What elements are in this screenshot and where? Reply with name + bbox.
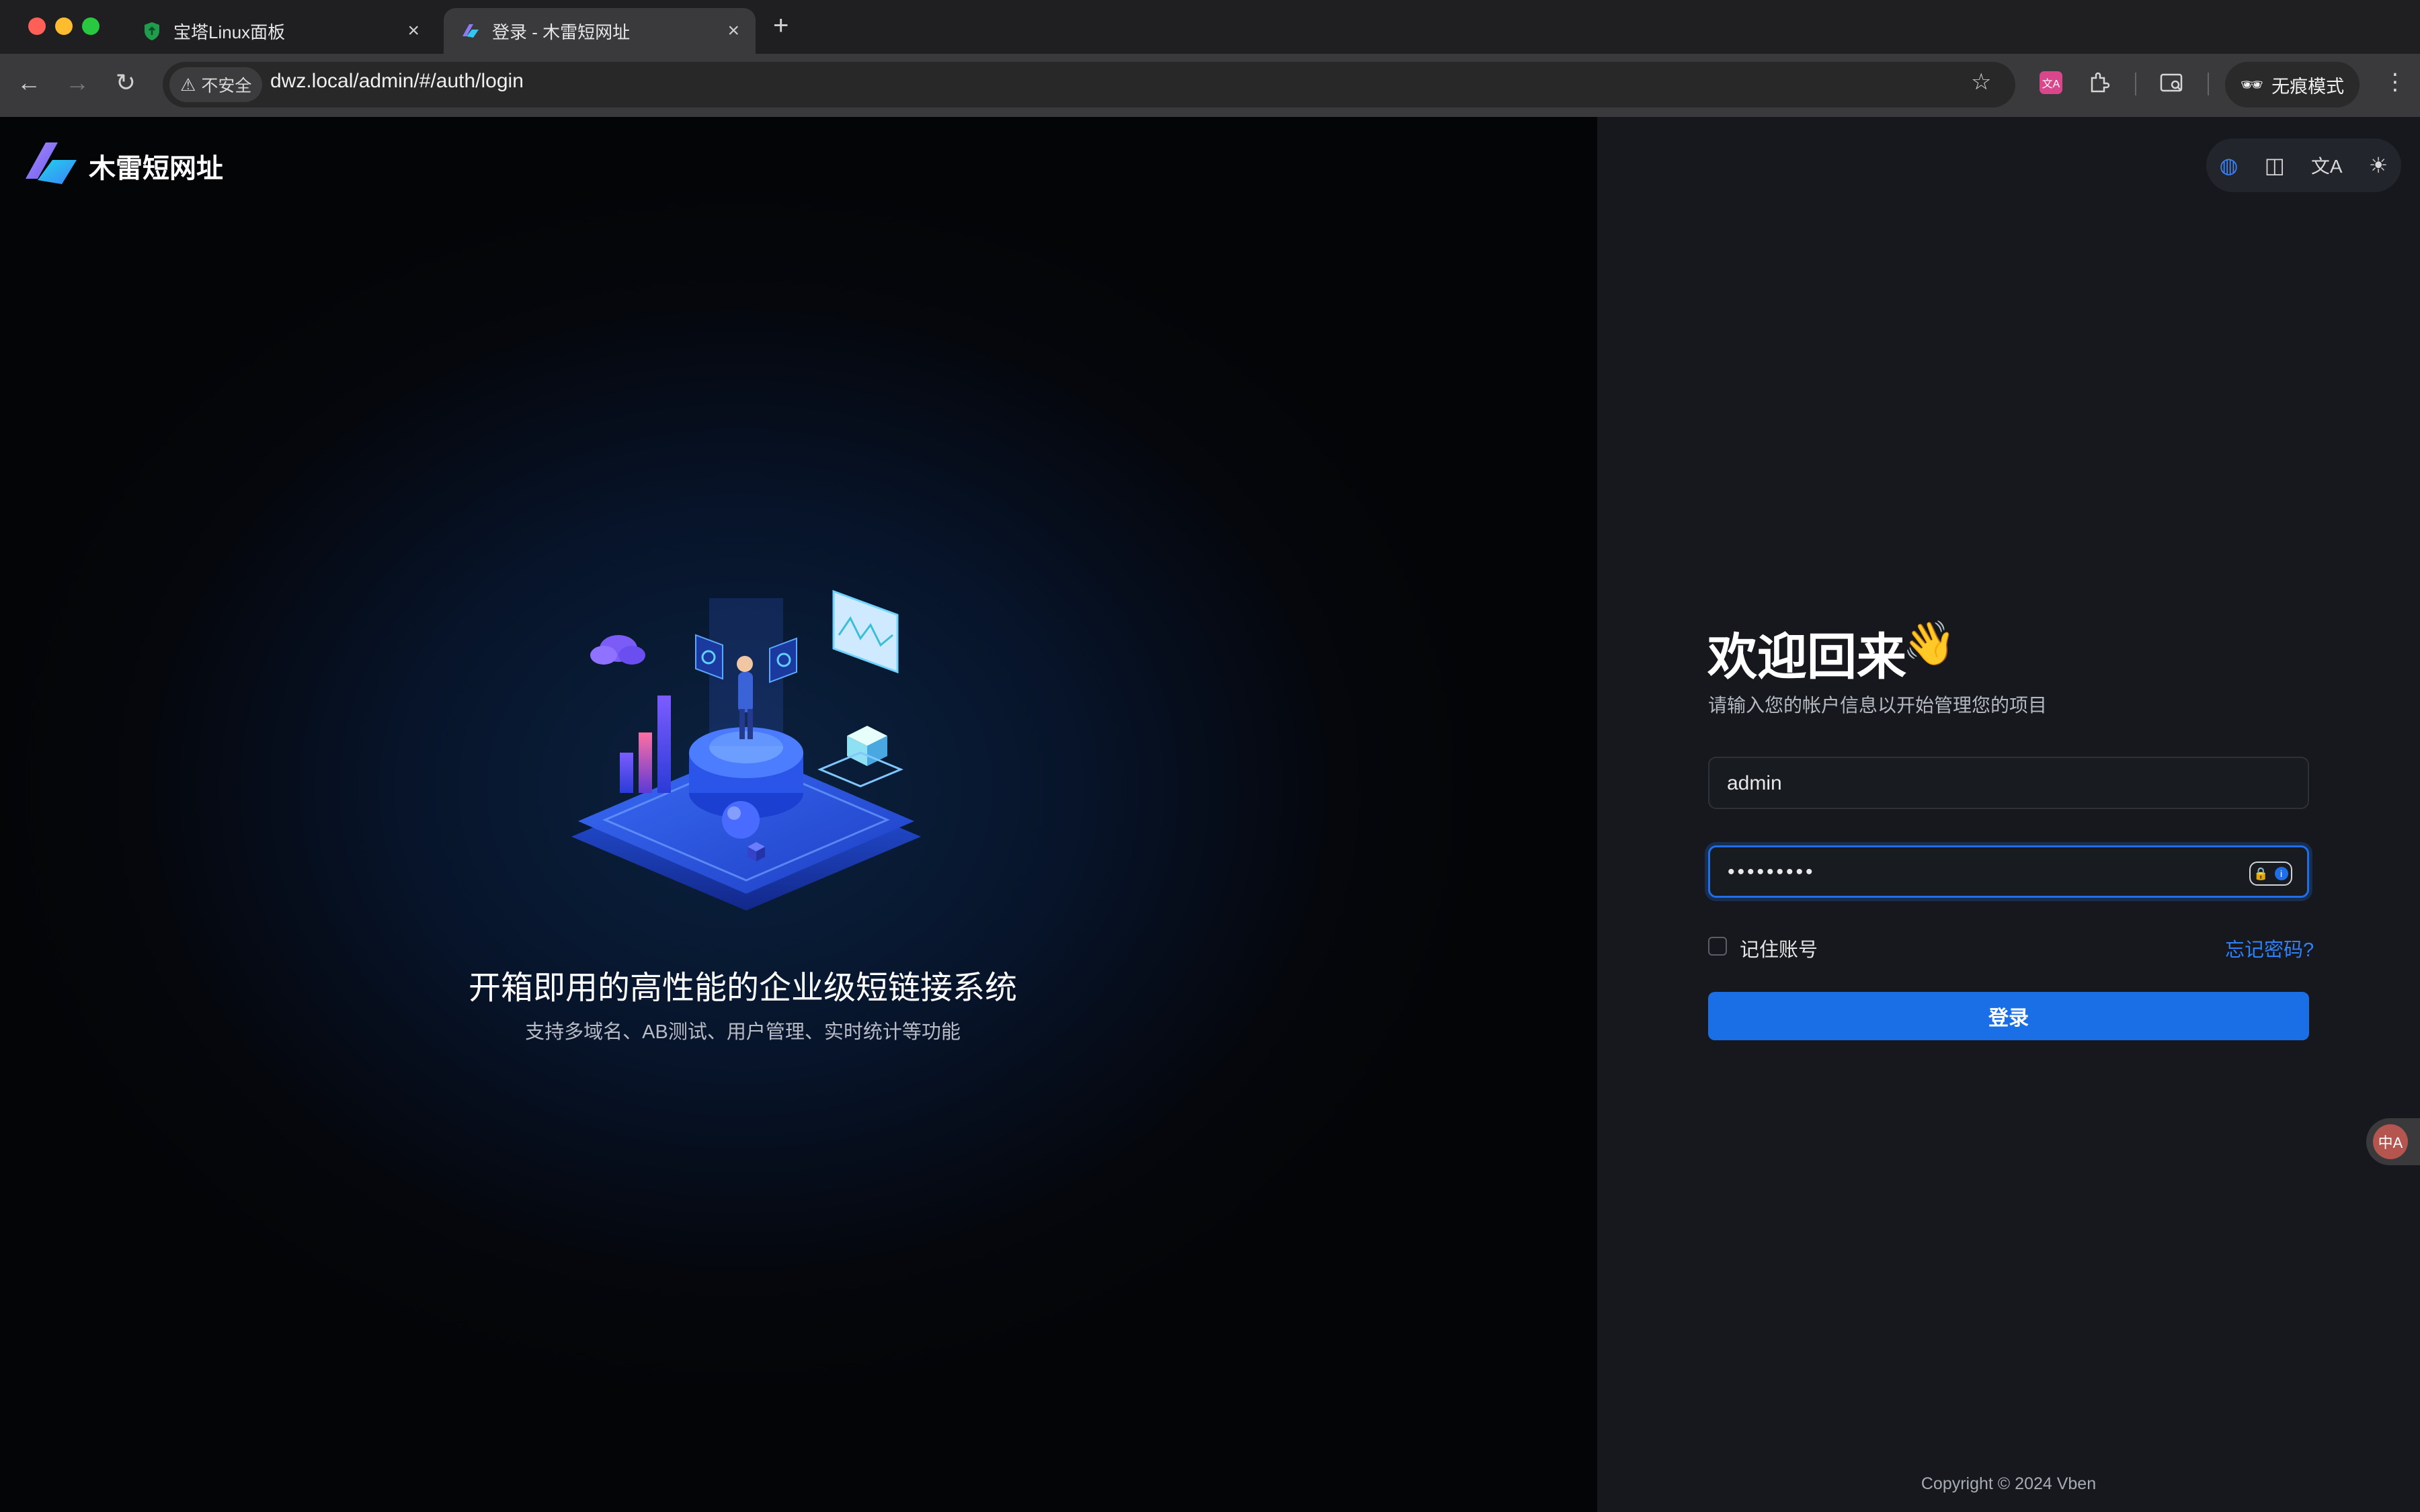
warning-icon: ⚠ bbox=[180, 74, 196, 95]
info-icon: i bbox=[2274, 867, 2288, 880]
translate-ext-icon[interactable]: 文A bbox=[2040, 71, 2062, 94]
login-button[interactable]: 登录 bbox=[1708, 992, 2309, 1040]
hero-illustration bbox=[571, 589, 921, 911]
window-close-button[interactable] bbox=[28, 17, 46, 35]
login-title: 欢迎回来 bbox=[1707, 629, 1906, 685]
incognito-icon: 🕶 bbox=[2240, 75, 2264, 95]
forgot-password-link[interactable]: 忘记密码? bbox=[2225, 934, 2314, 962]
url-text[interactable]: dwz.local/admin/#/auth/login bbox=[270, 70, 524, 93]
extensions-icon[interactable] bbox=[2087, 71, 2111, 95]
remember-label[interactable]: 记住账号 bbox=[1740, 934, 1818, 962]
password-input[interactable] bbox=[1726, 847, 2240, 897]
security-chip[interactable]: ⚠ 不安全 bbox=[169, 67, 263, 102]
password-field[interactable] bbox=[1708, 845, 2309, 898]
reload-icon[interactable]: ↻ bbox=[109, 69, 143, 97]
new-tab-button[interactable]: + bbox=[773, 11, 789, 41]
username-field[interactable] bbox=[1708, 757, 2309, 809]
incognito-chip[interactable]: 🕶 无痕模式 bbox=[2225, 62, 2360, 108]
copyright-text: Copyright © 2024 Vben bbox=[1921, 1474, 2097, 1493]
tab-search-icon[interactable] bbox=[2159, 71, 2186, 95]
shield-icon bbox=[145, 22, 159, 40]
layout-icon[interactable]: ◫ bbox=[2265, 153, 2285, 178]
page-toolbar: ◍ ◫ 文A ☀ bbox=[2206, 138, 2401, 192]
lock-icon: 🔒 bbox=[2253, 866, 2269, 880]
toolbar-divider bbox=[2135, 73, 2136, 95]
hero-subtitle: 支持多域名、AB测试、用户管理、实时统计等功能 bbox=[525, 1021, 961, 1043]
app-logo-icon bbox=[462, 24, 479, 38]
language-icon[interactable]: 文A bbox=[2311, 152, 2343, 179]
window-minimize-button[interactable] bbox=[55, 17, 73, 35]
tab-close-icon[interactable]: × bbox=[727, 19, 739, 42]
remember-checkbox[interactable] bbox=[1708, 937, 1727, 956]
tab-title: 宝塔Linux面板 bbox=[173, 22, 286, 42]
incognito-label: 无痕模式 bbox=[2271, 76, 2345, 97]
star-icon[interactable]: ☆ bbox=[1971, 69, 1991, 95]
app-logo-icon bbox=[26, 142, 77, 184]
tab-login[interactable]: 登录 - 木雷短网址 × bbox=[444, 8, 756, 54]
forward-icon[interactable]: → bbox=[61, 69, 94, 97]
login-panel bbox=[1597, 117, 2420, 1512]
hero-slogan: 开箱即用的高性能的企业级短链接系统 bbox=[468, 970, 1017, 1006]
username-input[interactable] bbox=[1726, 758, 2239, 809]
tab-close-icon[interactable]: × bbox=[407, 19, 419, 42]
back-icon[interactable]: ← bbox=[12, 69, 46, 97]
theme-sun-icon[interactable]: ☀ bbox=[2369, 153, 2388, 178]
menu-icon[interactable]: ⋮ bbox=[2384, 69, 2407, 95]
translate-icon: 中A bbox=[2373, 1124, 2408, 1159]
toolbar-divider bbox=[2208, 73, 2209, 95]
tab-baota[interactable]: 宝塔Linux面板 × bbox=[125, 8, 436, 54]
window-zoom-button[interactable] bbox=[82, 17, 99, 35]
brand-name: 木雷短网址 bbox=[89, 154, 223, 183]
login-subtitle: 请输入您的帐户信息以开始管理您的项目 bbox=[1708, 695, 2048, 716]
translate-float-button[interactable]: 中A bbox=[2366, 1118, 2420, 1165]
waving-hand-icon: 👋 bbox=[1902, 619, 1956, 667]
password-manager-icon[interactable]: 🔒 i bbox=[2249, 862, 2292, 886]
palette-icon[interactable]: ◍ bbox=[2220, 153, 2238, 178]
security-label: 不安全 bbox=[201, 77, 252, 95]
tab-title: 登录 - 木雷短网址 bbox=[492, 22, 631, 42]
